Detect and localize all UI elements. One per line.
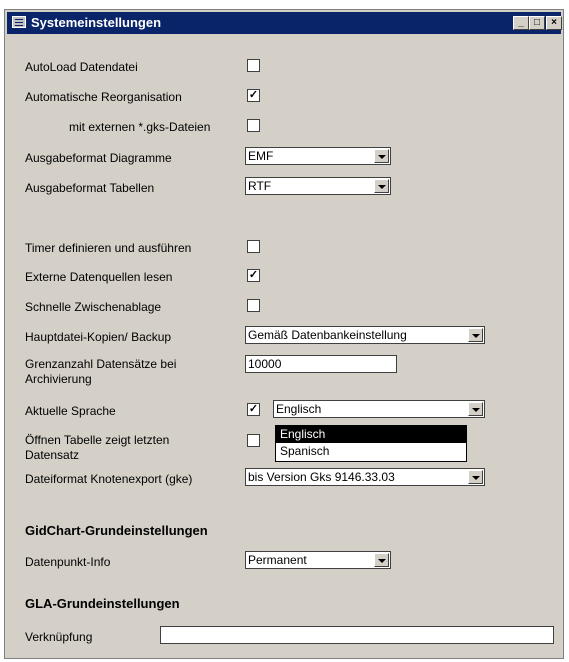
ausgabe-tabellen-label: Ausgabeformat Tabellen — [25, 181, 155, 195]
chevron-down-icon[interactable] — [374, 149, 389, 163]
externe-checkbox[interactable]: ✓ — [247, 269, 260, 282]
datenpunkt-combo[interactable]: Permanent — [245, 551, 391, 569]
chevron-down-icon[interactable] — [374, 179, 389, 193]
backup-label: Hauptdatei-Kopien/ Backup — [25, 330, 172, 344]
autoload-label: AutoLoad Datendatei — [25, 60, 138, 74]
input-value: 10000 — [248, 357, 282, 371]
form-icon — [12, 16, 26, 28]
timer-checkbox[interactable] — [247, 240, 260, 253]
grenzanzahl-label: Grenzanzahl Datensätze bei — [25, 357, 177, 371]
oeffnen-label: Öffnen Tabelle zeigt letzten — [25, 433, 170, 447]
settings-window: Systemeinstellungen _ □ × AutoLoad Daten… — [4, 9, 564, 659]
chevron-down-icon[interactable] — [374, 553, 389, 567]
combo-value: bis Version Gks 9146.33.03 — [248, 470, 395, 484]
combo-value: EMF — [248, 149, 274, 163]
dropdown-option-englisch[interactable]: Englisch — [276, 426, 466, 443]
combo-value: Gemäß Datenbankeinstellung — [248, 328, 407, 342]
reorg-label: Automatische Reorganisation — [25, 90, 182, 104]
grenzanzahl-label-line2: Archivierung — [25, 372, 92, 386]
combo-value: Permanent — [248, 553, 307, 567]
oeffnen-checkbox[interactable] — [247, 434, 260, 447]
grenzanzahl-input[interactable]: 10000 — [245, 355, 397, 373]
verknuepfung-label: Verknüpfung — [25, 630, 93, 644]
maximize-button[interactable]: □ — [529, 16, 545, 30]
zwischenablage-checkbox[interactable] — [247, 299, 260, 312]
sprache-label: Aktuelle Sprache — [25, 404, 116, 418]
title-bar[interactable]: Systemeinstellungen _ □ × — [7, 12, 562, 34]
knotenexport-label: Dateiformat Knotenexport (gke) — [25, 472, 193, 486]
backup-combo[interactable]: Gemäß Datenbankeinstellung — [245, 326, 485, 344]
combo-value: Englisch — [276, 402, 322, 416]
autoload-checkbox[interactable] — [247, 59, 260, 72]
minimize-button[interactable]: _ — [513, 16, 529, 30]
sprache-checkbox[interactable]: ✓ — [247, 403, 260, 416]
close-button[interactable]: × — [546, 16, 562, 30]
dropdown-option-spanisch[interactable]: Spanisch — [276, 443, 466, 460]
sprache-dropdown-list: Englisch Spanisch — [275, 425, 467, 462]
window-title: Systemeinstellungen — [31, 15, 162, 30]
chevron-down-icon[interactable] — [468, 328, 483, 342]
timer-label: Timer definieren und ausführen — [25, 241, 192, 255]
externe-label: Externe Datenquellen lesen — [25, 270, 173, 284]
gks-checkbox[interactable] — [247, 119, 260, 132]
knotenexport-combo[interactable]: bis Version Gks 9146.33.03 — [245, 468, 485, 486]
oeffnen-label-line2: Datensatz — [25, 448, 80, 462]
chevron-down-icon[interactable] — [468, 402, 483, 416]
gidchart-heading: GidChart-Grundeinstellungen — [25, 523, 208, 538]
gla-heading: GLA-Grundeinstellungen — [25, 596, 180, 611]
ausgabe-tabellen-combo[interactable]: RTF — [245, 177, 391, 195]
datenpunkt-label: Datenpunkt-Info — [25, 555, 111, 569]
chevron-down-icon[interactable] — [468, 470, 483, 484]
sprache-combo[interactable]: Englisch — [273, 400, 485, 418]
gks-label: mit externen *.gks-Dateien — [69, 120, 211, 134]
ausgabe-diagramme-label: Ausgabeformat Diagramme — [25, 151, 172, 165]
ausgabe-diagramme-combo[interactable]: EMF — [245, 147, 391, 165]
verknuepfung-input[interactable] — [160, 626, 554, 644]
reorg-checkbox[interactable]: ✓ — [247, 89, 260, 102]
zwischenablage-label: Schnelle Zwischenablage — [25, 300, 162, 314]
combo-value: RTF — [248, 179, 272, 193]
